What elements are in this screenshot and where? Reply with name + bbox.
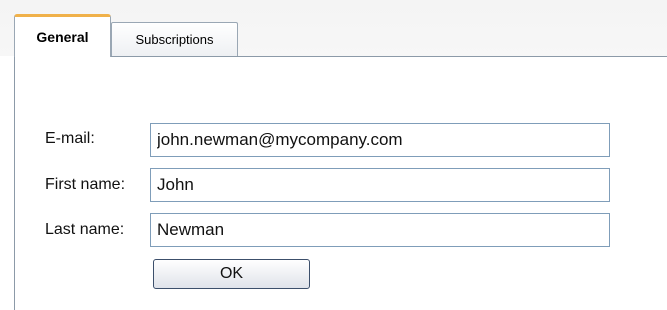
email-label: E-mail: — [45, 130, 95, 147]
last-name-label: Last name: — [45, 221, 125, 238]
first-name-field[interactable] — [150, 168, 610, 202]
email-field[interactable] — [150, 123, 610, 157]
tab-panel-divider — [14, 56, 667, 57]
tab-panel-border — [14, 56, 15, 310]
tab-general[interactable]: General — [14, 14, 111, 57]
first-name-label: First name: — [45, 176, 126, 193]
ok-button[interactable]: OK — [153, 259, 310, 289]
tab-subscriptions[interactable]: Subscriptions — [111, 22, 238, 56]
last-name-field[interactable] — [150, 213, 610, 247]
tab-bar: General Subscriptions — [0, 0, 667, 57]
